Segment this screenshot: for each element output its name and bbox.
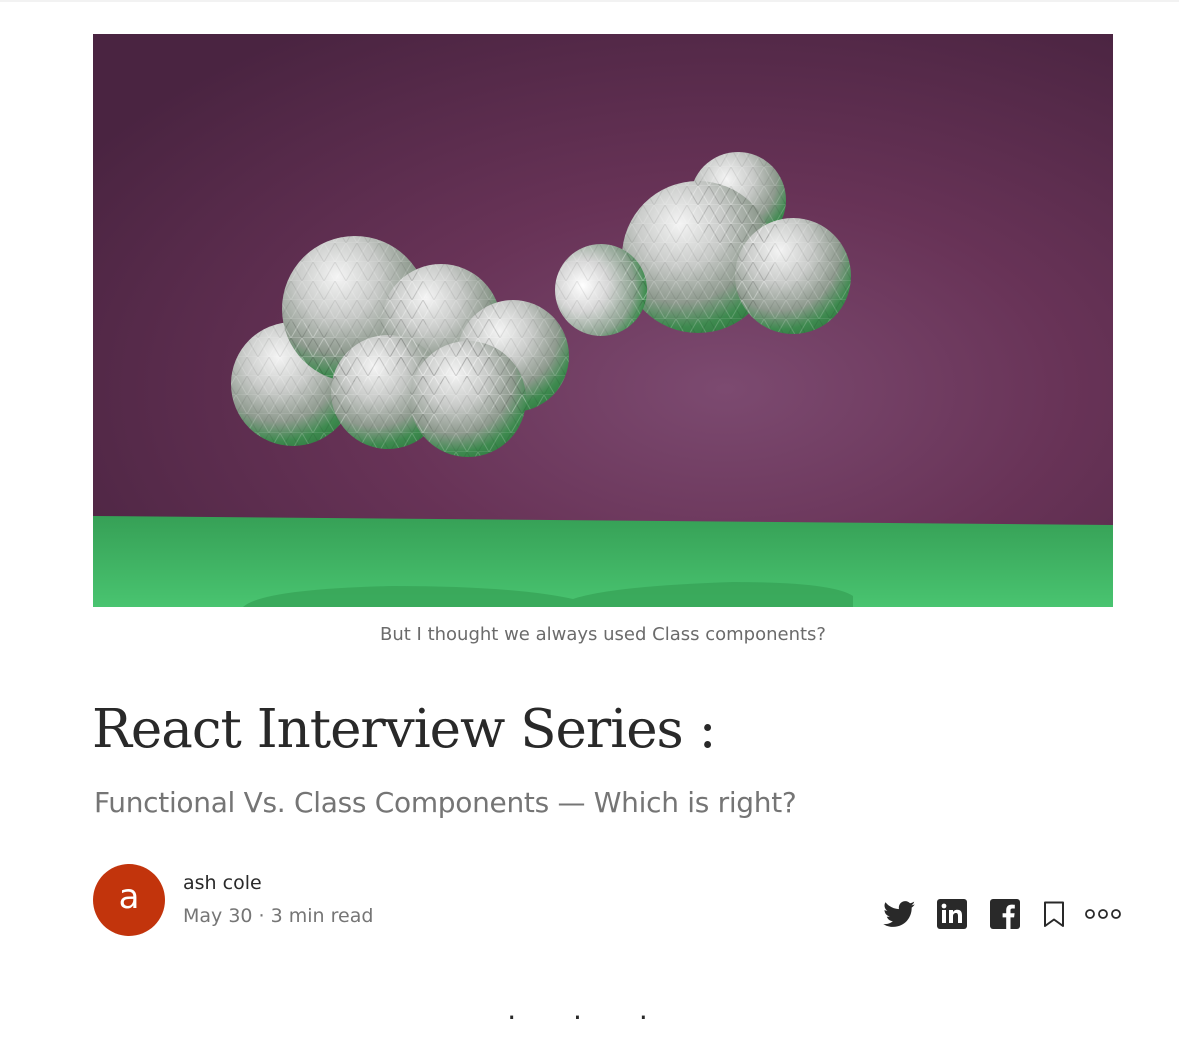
- share-twitter-button[interactable]: [882, 898, 916, 930]
- article-subtitle: Functional Vs. Class Components — Which …: [94, 786, 797, 819]
- facebook-icon: [990, 899, 1020, 929]
- share-facebook-button[interactable]: [989, 898, 1021, 930]
- article-title: React Interview Series :: [92, 699, 716, 760]
- share-linkedin-button[interactable]: [936, 898, 968, 930]
- section-separator: · · ·: [507, 1001, 672, 1034]
- hero-image: [93, 34, 1113, 607]
- avatar-initial: a: [118, 877, 140, 917]
- more-options-icon: [1085, 909, 1121, 919]
- bookmark-icon: [1044, 901, 1064, 927]
- author-name-link[interactable]: ash cole: [183, 872, 262, 894]
- avatar[interactable]: a: [93, 864, 165, 936]
- article-meta: May 30 · 3 min read: [183, 905, 374, 927]
- image-caption: But I thought we always used Class compo…: [380, 624, 826, 645]
- twitter-icon: [882, 900, 915, 927]
- more-options-button[interactable]: [1084, 898, 1122, 930]
- article-page: But I thought we always used Class compo…: [0, 0, 1179, 1061]
- linkedin-icon: [937, 899, 967, 929]
- header-divider: [0, 0, 1179, 2]
- bookmark-button[interactable]: [1042, 898, 1066, 930]
